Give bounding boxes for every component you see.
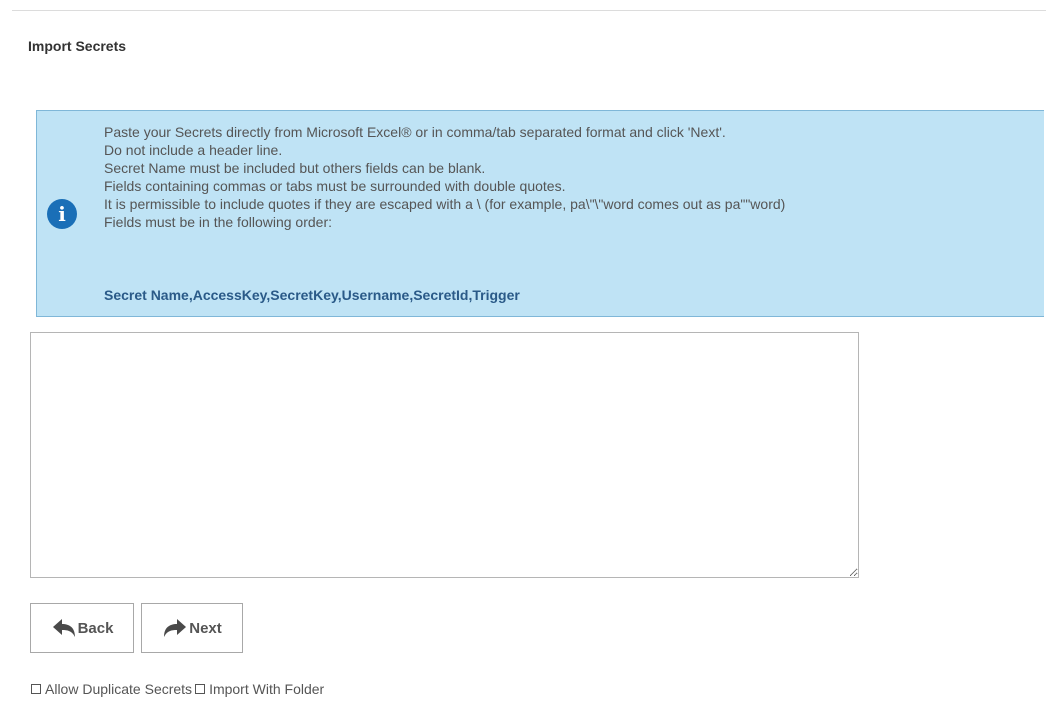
- info-line: Secret Name must be included but others …: [104, 160, 486, 176]
- info-line: Do not include a header line.: [104, 142, 283, 158]
- info-line: Fields containing commas or tabs must be…: [104, 178, 566, 194]
- info-text: Paste your Secrets directly from Microso…: [104, 123, 1044, 231]
- info-line: It is permissible to include quotes if t…: [104, 196, 786, 212]
- info-box: i Paste your Secrets directly from Micro…: [36, 110, 1044, 317]
- import-options: Allow Duplicate Secrets Import With Fold…: [31, 681, 327, 697]
- allow-duplicates-checkbox[interactable]: [31, 684, 41, 694]
- reply-arrow-icon: [51, 618, 78, 638]
- forward-arrow-icon: [162, 618, 189, 638]
- import-with-folder-checkbox[interactable]: [195, 684, 206, 694]
- info-line: Fields must be in the following order:: [104, 214, 332, 230]
- import-with-folder-label: Import With Folder: [209, 681, 325, 697]
- next-button-label: Next: [189, 619, 222, 637]
- info-line: Paste your Secrets directly from Microso…: [104, 124, 726, 140]
- secrets-paste-input[interactable]: [30, 332, 859, 578]
- page-title: Import Secrets: [28, 38, 127, 54]
- top-divider: [12, 10, 1046, 11]
- back-button[interactable]: Back: [30, 603, 134, 653]
- info-icon: i: [47, 199, 77, 229]
- allow-duplicates-label: Allow Duplicate Secrets: [45, 681, 193, 697]
- next-button[interactable]: Next: [141, 603, 243, 653]
- field-order: Secret Name,AccessKey,SecretKey,Username…: [104, 287, 520, 303]
- back-button-label: Back: [77, 619, 114, 637]
